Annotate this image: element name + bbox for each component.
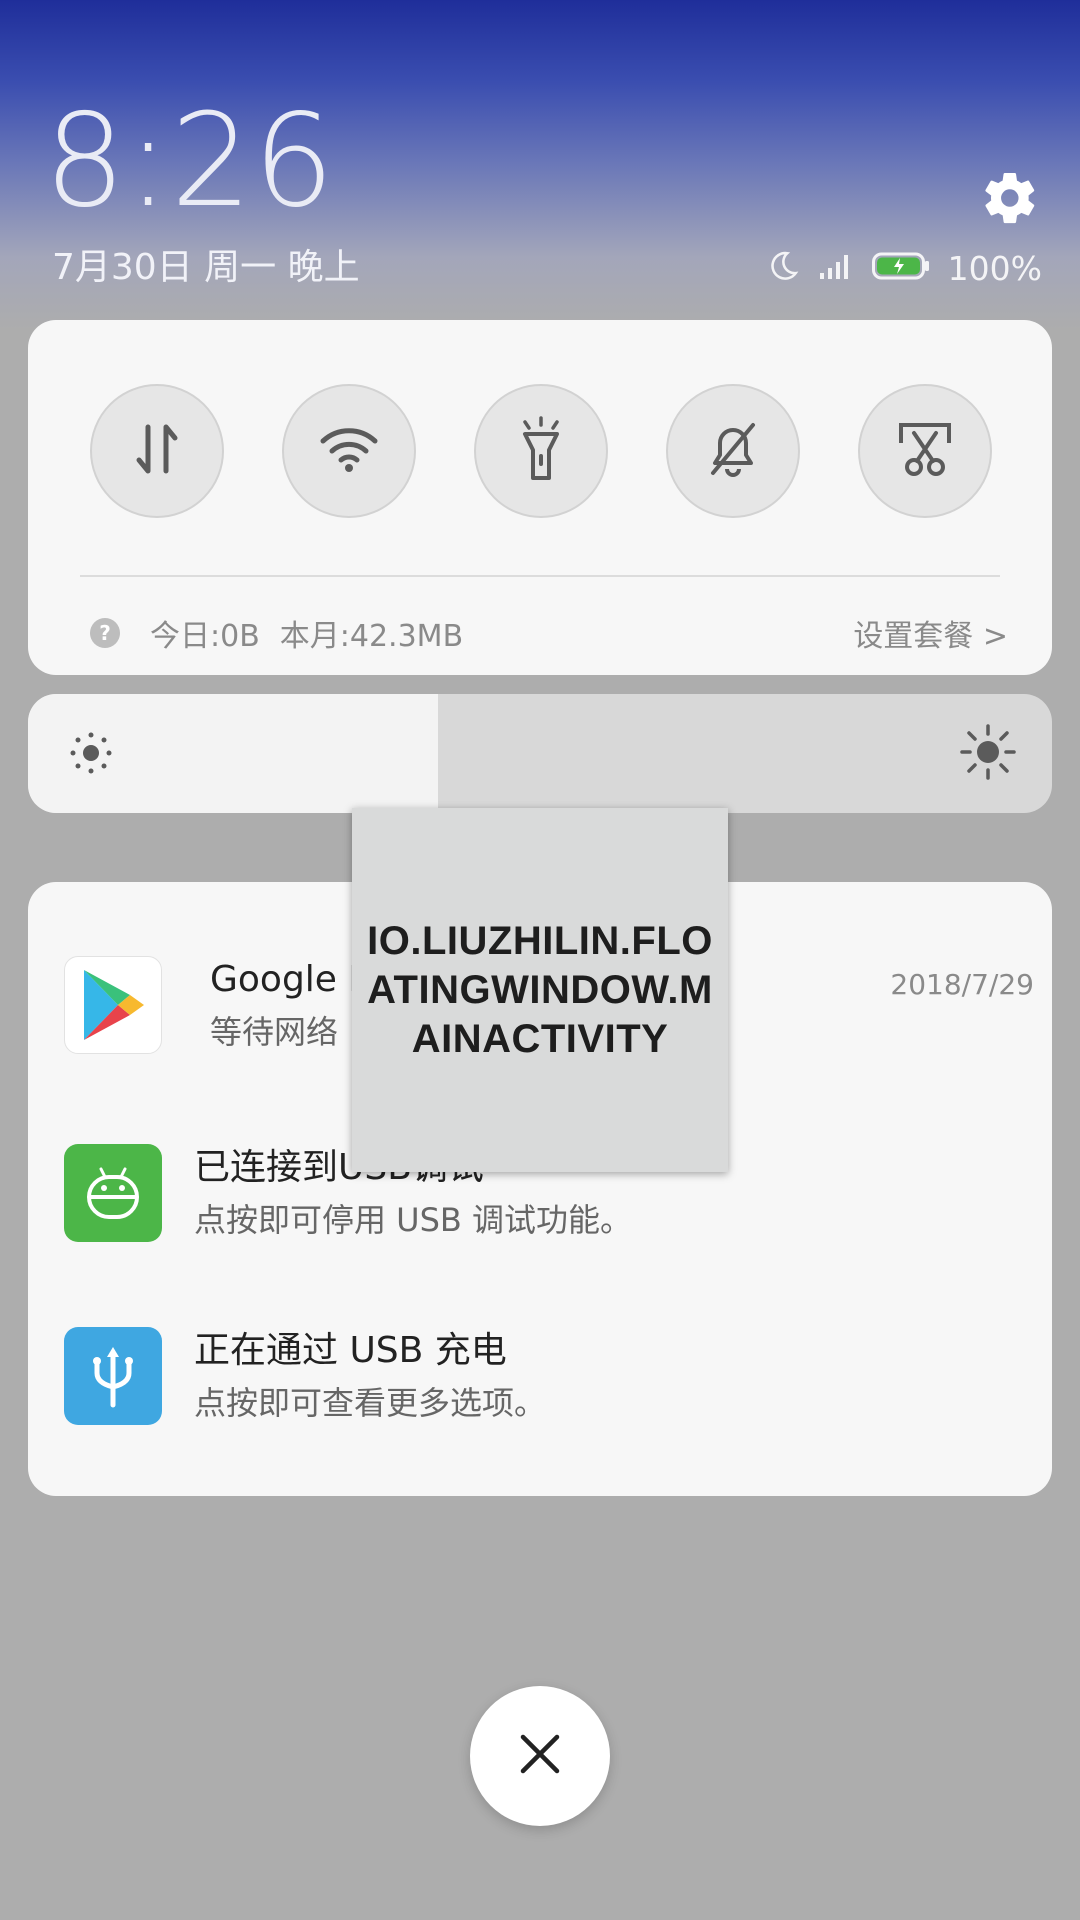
android-debug-icon — [64, 1144, 162, 1242]
battery-charging-icon — [871, 252, 930, 284]
brightness-slider[interactable] — [28, 694, 1052, 813]
wifi-icon — [319, 425, 379, 477]
settings-gear-icon[interactable] — [980, 168, 1040, 228]
data-usage-row: ? 今日:0B 本月:42.3MB 设置套餐 > — [90, 608, 1030, 658]
status-bar: 100% — [766, 244, 1042, 292]
usb-icon — [64, 1327, 162, 1425]
clock-date: 7月30日 周一 晚上 — [52, 247, 360, 288]
quick-settings-divider — [80, 575, 1000, 577]
flashlight-toggle[interactable] — [474, 384, 608, 518]
brightness-high-icon — [960, 724, 1016, 780]
mute-toggle[interactable] — [666, 384, 800, 518]
quick-settings-panel: ? 今日:0B 本月:42.3MB 设置套餐 > — [28, 320, 1052, 675]
screenshot-scissors-icon — [897, 421, 953, 481]
notification-usb-charging[interactable]: 正在通过 USB 充电 点按即可查看更多选项。 — [64, 1327, 1034, 1427]
notification-subtitle: 点按即可停用 USB 调试功能。 — [194, 1201, 633, 1239]
moon-icon — [766, 249, 800, 287]
screenshot-toggle[interactable] — [858, 384, 992, 518]
mute-bell-icon — [705, 419, 761, 483]
clock-time: 8:26 — [44, 87, 336, 236]
floating-window[interactable]: IO.LIUZHILIN.FLOATINGWINDOW.MAINACTIVITY — [352, 808, 728, 1172]
notification-subtitle: 等待网络 — [210, 1013, 339, 1051]
flashlight-icon — [517, 416, 565, 486]
close-panel-button[interactable] — [470, 1686, 610, 1826]
floating-window-text: IO.LIUZHILIN.FLOATINGWINDOW.MAINACTIVITY — [367, 918, 713, 1061]
help-icon[interactable]: ? — [90, 618, 120, 648]
notification-subtitle: 点按即可查看更多选项。 — [194, 1384, 547, 1422]
google-play-icon — [64, 956, 162, 1054]
notification-title: Google P — [210, 959, 371, 1000]
data-usage-today: 今日:0B — [150, 619, 260, 654]
notification-title: 正在通过 USB 充电 — [194, 1330, 507, 1371]
mobile-data-icon — [132, 419, 182, 483]
battery-percent: 100% — [947, 248, 1042, 288]
mobile-data-toggle[interactable] — [90, 384, 224, 518]
brightness-low-icon — [68, 730, 114, 776]
notification-time: 2018/7/29 — [890, 968, 1034, 1001]
set-plan-link[interactable]: 设置套餐 > — [853, 611, 1008, 655]
quick-settings-toggles — [90, 384, 1020, 518]
close-icon — [518, 1732, 562, 1780]
signal-icon — [818, 251, 854, 285]
wifi-toggle[interactable] — [282, 384, 416, 518]
data-usage-month: 本月:42.3MB — [279, 619, 464, 654]
